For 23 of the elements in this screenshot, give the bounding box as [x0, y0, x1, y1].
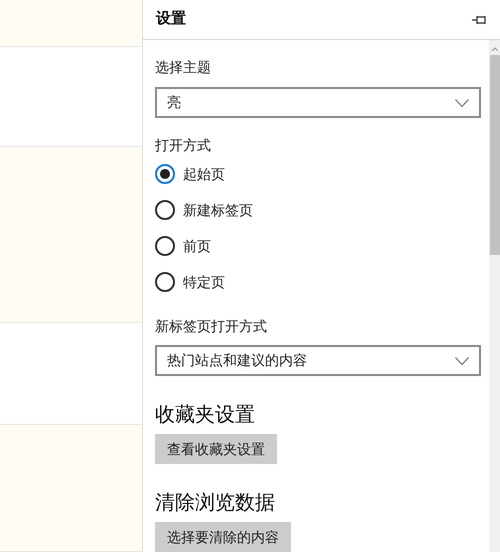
field-label: 新标签页打开方式 [155, 317, 268, 336]
dropdown[interactable]: 亮 [155, 87, 481, 118]
section-heading: 清除浏览数据 [155, 491, 275, 516]
radio-button[interactable] [155, 272, 175, 292]
chevron-icon [455, 356, 469, 364]
chevron-icon [455, 98, 469, 106]
radio-button[interactable] [155, 200, 175, 220]
scrollbar-thumb[interactable] [490, 55, 500, 255]
radio-button[interactable] [155, 236, 175, 256]
section-heading: 收藏夹设置 [155, 403, 255, 428]
radio-option[interactable]: 前页 [155, 234, 481, 258]
field-label: 打开方式 [155, 136, 212, 155]
section-button[interactable]: 选择要清除的内容 [155, 522, 291, 552]
radio-option[interactable]: 新建标签页 [155, 198, 481, 222]
radio-option[interactable]: 起始页 [155, 162, 481, 186]
radio-button[interactable] [155, 164, 175, 184]
radio-option[interactable]: 特定页 [155, 270, 481, 294]
panel-title: 设置 [156, 9, 186, 30]
section-button[interactable]: 查看收藏夹设置 [155, 434, 277, 464]
field-label: 选择主题 [155, 58, 212, 77]
dropdown[interactable]: 热门站点和建议的内容 [155, 345, 481, 376]
scrollbar[interactable] [489, 40, 500, 552]
pin-icon[interactable] [472, 14, 488, 24]
